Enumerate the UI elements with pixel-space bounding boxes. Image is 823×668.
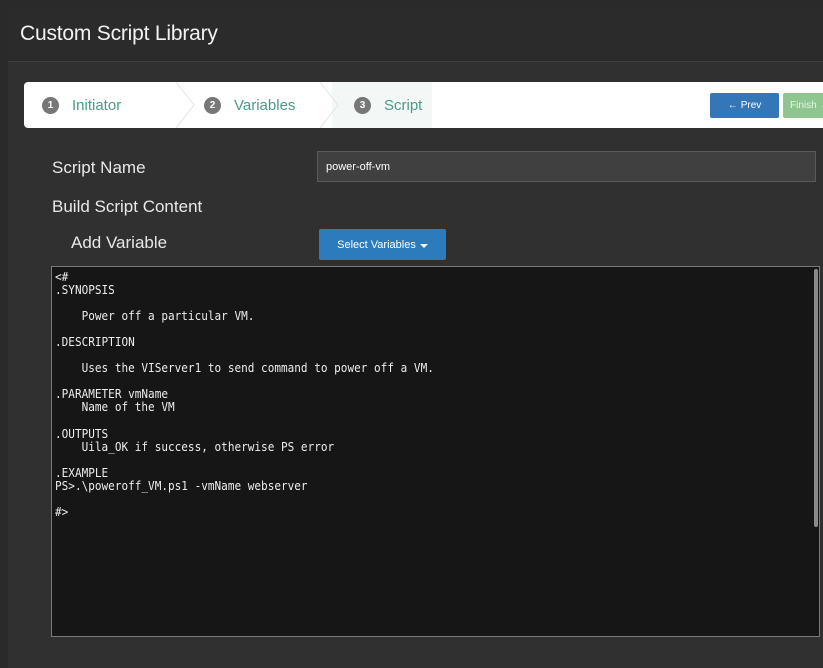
- step-number-badge: 2: [204, 96, 221, 114]
- step-initiator[interactable]: 1 Initiator: [42, 82, 121, 128]
- arrow-left-icon: ←: [727, 100, 738, 111]
- script-name-input[interactable]: [317, 151, 816, 182]
- finish-button-label: Finish: [790, 100, 817, 111]
- step-script[interactable]: 3 Script: [354, 82, 422, 128]
- step-number-badge: 1: [42, 96, 59, 114]
- prev-button-label: Prev: [740, 100, 762, 111]
- editor-scrollbar[interactable]: [814, 269, 818, 527]
- step-label: Variables: [234, 96, 296, 114]
- wizard-steps-bar: 1 Initiator 2 Variables 3 Script ← Prev …: [24, 82, 823, 128]
- prev-button[interactable]: ← Prev: [710, 93, 779, 118]
- step-number-badge: 3: [354, 96, 371, 114]
- step-variables[interactable]: 2 Variables: [204, 82, 295, 128]
- caret-down-icon: [419, 243, 428, 248]
- title-bar: Custom Script Library: [8, 8, 823, 62]
- script-editor[interactable]: <# .SYNOPSIS Power off a particular VM. …: [51, 266, 820, 637]
- step-label: Initiator: [72, 96, 122, 114]
- script-content[interactable]: <# .SYNOPSIS Power off a particular VM. …: [55, 270, 434, 519]
- script-name-label: Script Name: [52, 158, 146, 177]
- finish-button[interactable]: Finish →: [783, 93, 823, 118]
- step-label: Script: [384, 96, 423, 114]
- select-variables-label: Select Variables: [337, 238, 416, 251]
- build-script-content-heading: Build Script Content: [52, 197, 203, 216]
- select-variables-dropdown[interactable]: Select Variables: [319, 229, 446, 260]
- add-variable-label: Add Variable: [71, 233, 168, 252]
- page-title: Custom Script Library: [20, 22, 218, 45]
